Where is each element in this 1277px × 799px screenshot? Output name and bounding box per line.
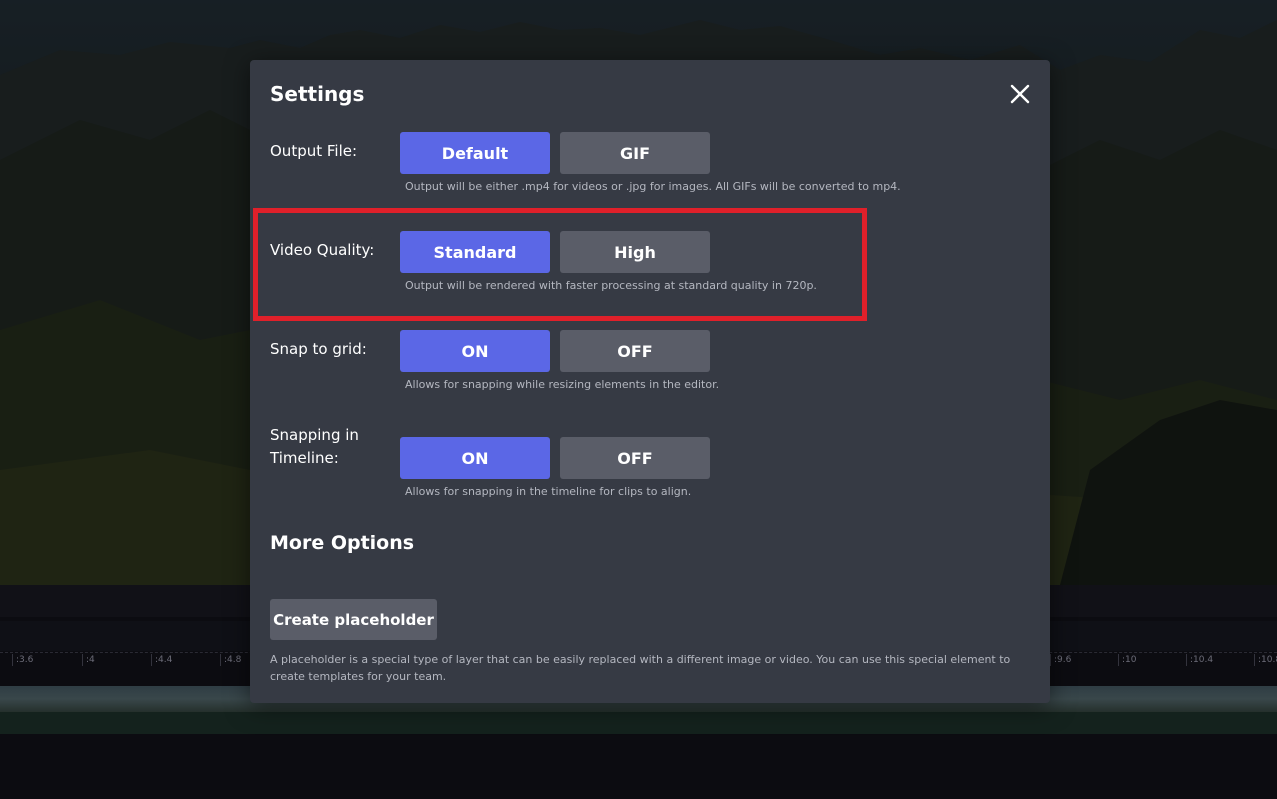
snap-grid-on-button[interactable]: ON [400, 330, 550, 372]
timeline-tick: :4.8 [220, 654, 241, 666]
output-gif-button[interactable]: GIF [560, 132, 710, 174]
video-quality-label: Video Quality: [270, 241, 375, 259]
snap-to-grid-hint: Allows for snapping while resizing eleme… [405, 378, 720, 391]
timeline-tick: :4 [82, 654, 95, 666]
create-placeholder-button[interactable]: Create placeholder [270, 599, 437, 640]
timeline-tick: :10 [1118, 654, 1136, 666]
settings-dialog: Settings Output File: Default GIF Output… [250, 60, 1050, 703]
more-options-title: More Options [270, 532, 415, 554]
snap-timeline-off-button[interactable]: OFF [560, 437, 710, 479]
close-button[interactable] [1006, 80, 1034, 108]
output-default-button[interactable]: Default [400, 132, 550, 174]
output-file-label: Output File: [270, 142, 358, 160]
timeline-footer [0, 735, 1277, 799]
dialog-title: Settings [270, 82, 365, 106]
snapping-timeline-label: Snapping in Timeline: [270, 426, 359, 467]
timeline-tick: :3.6 [12, 654, 33, 666]
audio-clip-track[interactable] [0, 712, 1277, 734]
snap-grid-off-button[interactable]: OFF [560, 330, 710, 372]
output-file-hint: Output will be either .mp4 for videos or… [405, 180, 901, 193]
close-icon [1010, 84, 1030, 104]
video-quality-hint: Output will be rendered with faster proc… [405, 279, 817, 292]
snap-to-grid-label: Snap to grid: [270, 340, 367, 358]
quality-high-button[interactable]: High [560, 231, 710, 273]
quality-standard-button[interactable]: Standard [400, 231, 550, 273]
placeholder-description: A placeholder is a special type of layer… [270, 653, 1011, 683]
timeline-tick: :9.6 [1050, 654, 1071, 666]
snap-timeline-on-button[interactable]: ON [400, 437, 550, 479]
editor-screen: :3.6 :4 :4.4 :4.8 :9.6 :10 :10.4 :10.8 S… [0, 0, 1277, 799]
timeline-tick: :4.4 [151, 654, 172, 666]
timeline-tick: :10.8 [1254, 654, 1277, 666]
timeline-tick: :10.4 [1186, 654, 1213, 666]
snapping-timeline-hint: Allows for snapping in the timeline for … [405, 485, 692, 498]
